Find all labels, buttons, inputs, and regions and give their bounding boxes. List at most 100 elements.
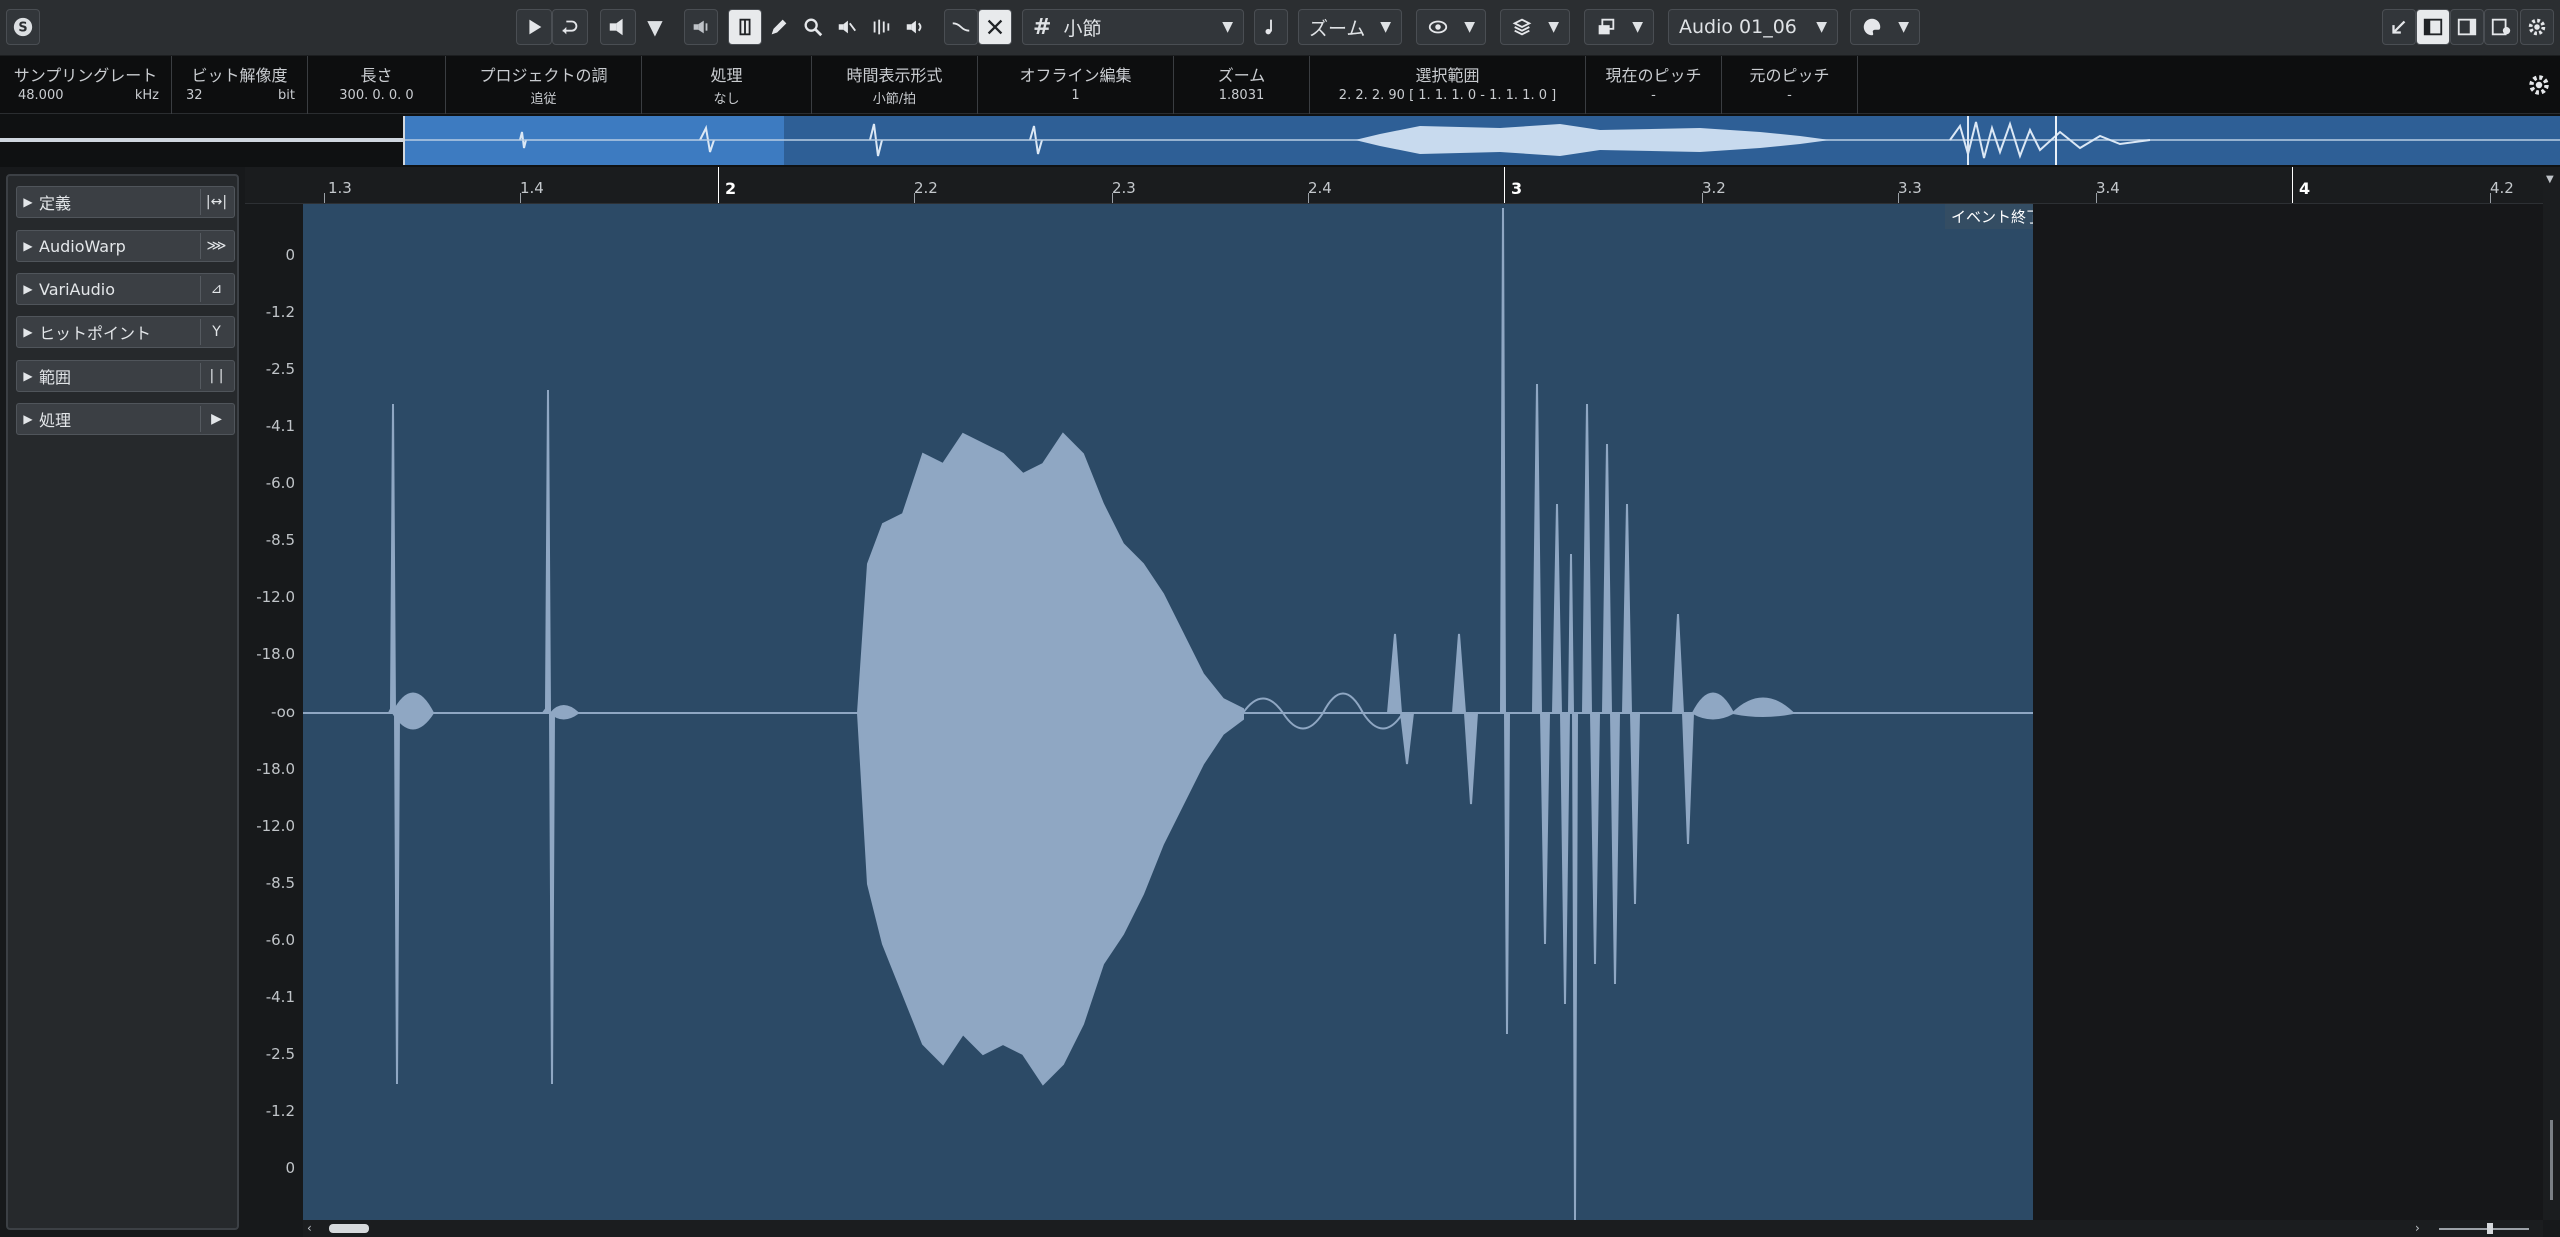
chevron-down-icon: ▼ bbox=[1222, 19, 1233, 35]
scale-label-center: -oo bbox=[270, 703, 295, 721]
inspector-panel: ▶ 定義 |↔| ▶ AudioWarp ⋙ ▶ VariAudio ⊿ ▶ ヒ… bbox=[6, 174, 239, 1230]
info-col-zoom[interactable]: ズーム 1.8031 bbox=[1174, 56, 1310, 114]
info-unit: kHz bbox=[134, 88, 159, 103]
inspector-section-define[interactable]: ▶ 定義 |↔| bbox=[16, 186, 235, 218]
range-select-tool-icon[interactable] bbox=[728, 9, 762, 45]
info-header: プロジェクトの調 bbox=[479, 66, 608, 85]
info-col-project-key[interactable]: プロジェクトの調 追従 bbox=[446, 56, 642, 114]
speaker-icon[interactable] bbox=[684, 9, 718, 45]
hitpoint-tool-icon[interactable] bbox=[864, 9, 898, 45]
inspector-section-process[interactable]: ▶ 処理 ▶ bbox=[16, 403, 235, 435]
audition-dropdown-icon[interactable]: ▼ bbox=[640, 9, 670, 45]
inspector-section-range[interactable]: ▶ 範囲 | | bbox=[16, 360, 235, 392]
ruler-label: 3.4 bbox=[2096, 179, 2120, 197]
scrollbar-thumb[interactable] bbox=[329, 1224, 369, 1233]
inspector-section-label: 範囲 bbox=[39, 368, 72, 387]
snap-zero-crossing-icon[interactable] bbox=[944, 9, 978, 45]
info-line: サンプリングレート 48.000 kHz ビット解像度 32 bit 長さ 30… bbox=[0, 56, 2560, 114]
info-col-offline-edit[interactable]: オフライン編集 1 bbox=[978, 56, 1174, 114]
gear-icon[interactable] bbox=[2526, 72, 2552, 98]
scroll-left-icon[interactable]: ‹ bbox=[307, 1221, 312, 1235]
info-col-sample-rate[interactable]: サンプリングレート 48.000 kHz bbox=[0, 56, 172, 114]
expand-triangle-icon: ▶ bbox=[23, 282, 33, 296]
info-col-processing[interactable]: 処理 なし bbox=[642, 56, 812, 114]
scrub-tool-icon[interactable] bbox=[898, 9, 932, 45]
color-select[interactable]: ▼ bbox=[1850, 9, 1920, 45]
open-in-window-icon[interactable] bbox=[2382, 9, 2416, 45]
inspector-section-label: 処理 bbox=[39, 411, 72, 430]
info-value: 追従 bbox=[530, 92, 557, 107]
horizontal-scrollbar[interactable]: ‹ › bbox=[303, 1220, 2543, 1237]
inspector-section-hitpoints[interactable]: ▶ ヒットポイント Y bbox=[16, 316, 235, 348]
audition-icon[interactable] bbox=[600, 9, 636, 45]
level-scale: 0 -1.2 -2.5 -4.1 -6.0 -8.5 -12.0 -18.0 -… bbox=[245, 204, 303, 1220]
range-icon: | | bbox=[200, 363, 232, 389]
ruler[interactable]: 1.3 1.4 2 2.2 2.3 2.4 3 3.2 3.3 3.4 4 4.… bbox=[245, 167, 2560, 204]
chevron-down-icon: ▼ bbox=[1632, 19, 1643, 35]
zoom-label: ズーム bbox=[1309, 17, 1366, 40]
chevron-down-icon: ▼ bbox=[1464, 19, 1475, 35]
view-options-select[interactable]: ▼ bbox=[1416, 9, 1486, 45]
ruler-tick-major bbox=[2292, 167, 2293, 203]
scale-label: -4.1 bbox=[265, 417, 295, 435]
vertical-scrollbar[interactable]: ▼ bbox=[2543, 170, 2560, 1220]
zoom-slider[interactable] bbox=[2439, 1228, 2529, 1230]
window-layout-select[interactable]: ▼ bbox=[1584, 9, 1654, 45]
info-value: なし bbox=[713, 92, 740, 107]
play-tool-icon[interactable] bbox=[830, 9, 864, 45]
snap-grid-select[interactable]: # 小節 ▼ bbox=[1022, 9, 1244, 45]
info-value: 300. 0. 0. 0 bbox=[339, 88, 414, 103]
layers-select[interactable]: ▼ bbox=[1500, 9, 1570, 45]
ruler-label: 2.4 bbox=[1308, 179, 1332, 197]
snap-grid-label: 小節 bbox=[1063, 17, 1102, 40]
scale-label: -4.1 bbox=[265, 988, 295, 1006]
info-col-current-pitch[interactable]: 現在のピッチ - bbox=[1586, 56, 1722, 114]
inspector-section-label: ヒットポイント bbox=[39, 324, 152, 343]
chevron-down-icon: ▼ bbox=[1380, 19, 1391, 35]
ruler-label-major: 2 bbox=[725, 179, 737, 198]
info-col-time-format[interactable]: 時間表示形式 小節/拍 bbox=[812, 56, 978, 114]
zoom-select[interactable]: ズーム ▼ bbox=[1298, 9, 1402, 45]
scroll-right-icon[interactable]: › bbox=[2415, 1221, 2420, 1235]
expand-triangle-icon: ▶ bbox=[23, 195, 33, 209]
info-col-bit-depth[interactable]: ビット解像度 32 bit bbox=[172, 56, 308, 114]
ruler-label: 1.3 bbox=[328, 179, 352, 197]
right-zone-icon[interactable] bbox=[2450, 9, 2484, 45]
auto-scroll-icon[interactable] bbox=[978, 9, 1012, 45]
scale-label: 0 bbox=[285, 1159, 295, 1177]
inspector-section-variaudio[interactable]: ▶ VariAudio ⊿ bbox=[16, 273, 235, 305]
zoom-slider-handle[interactable] bbox=[2487, 1223, 2493, 1234]
zoom-tool-icon[interactable] bbox=[796, 9, 830, 45]
info-value: 1.8031 bbox=[1218, 88, 1265, 103]
overview-line[interactable] bbox=[0, 114, 2560, 167]
scale-label: -18.0 bbox=[256, 760, 295, 778]
waveform-display[interactable] bbox=[303, 204, 2035, 1221]
left-zone-icon[interactable] bbox=[2416, 9, 2450, 45]
palette-icon bbox=[1863, 18, 1881, 36]
window-settings-icon[interactable] bbox=[2484, 9, 2518, 45]
pencil-tool-icon[interactable] bbox=[762, 9, 796, 45]
inspector-section-audiowarp[interactable]: ▶ AudioWarp ⋙ bbox=[16, 230, 235, 262]
info-header: 元のピッチ bbox=[1749, 66, 1830, 85]
steinberg-logo-icon[interactable]: S bbox=[6, 9, 40, 45]
info-col-length[interactable]: 長さ 300. 0. 0. 0 bbox=[308, 56, 446, 114]
musical-mode-icon[interactable] bbox=[1254, 9, 1288, 45]
event-select[interactable]: Audio 01_06 ▼ bbox=[1668, 9, 1838, 45]
gear-icon[interactable] bbox=[2520, 9, 2554, 45]
play-button[interactable] bbox=[516, 9, 552, 45]
info-col-original-pitch[interactable]: 元のピッチ - bbox=[1722, 56, 1858, 114]
stacked-windows-icon bbox=[1598, 18, 1615, 35]
scroll-up-icon[interactable]: ▼ bbox=[2546, 174, 2554, 185]
grid-icon: # bbox=[1033, 14, 1052, 40]
ruler-label: 3.2 bbox=[1702, 179, 1726, 197]
info-header: ビット解像度 bbox=[191, 66, 288, 85]
info-col-selection[interactable]: 選択範囲 2. 2. 2. 90 [ 1. 1. 1. 0 - 1. 1. 1.… bbox=[1310, 56, 1586, 114]
loop-play-icon[interactable] bbox=[552, 9, 588, 45]
vertical-zoom-slider[interactable] bbox=[2550, 1120, 2553, 1200]
ruler-label: 3.3 bbox=[1898, 179, 1922, 197]
event-end-label: イベント終了 bbox=[1945, 204, 2048, 229]
process-icon: ▶ bbox=[200, 406, 232, 432]
scale-label: -6.0 bbox=[265, 474, 295, 492]
info-header: サンプリングレート bbox=[13, 66, 158, 85]
info-value: 2. 2. 2. 90 [ 1. 1. 1. 0 - 1. 1. 1. 0 ] bbox=[1338, 88, 1557, 103]
